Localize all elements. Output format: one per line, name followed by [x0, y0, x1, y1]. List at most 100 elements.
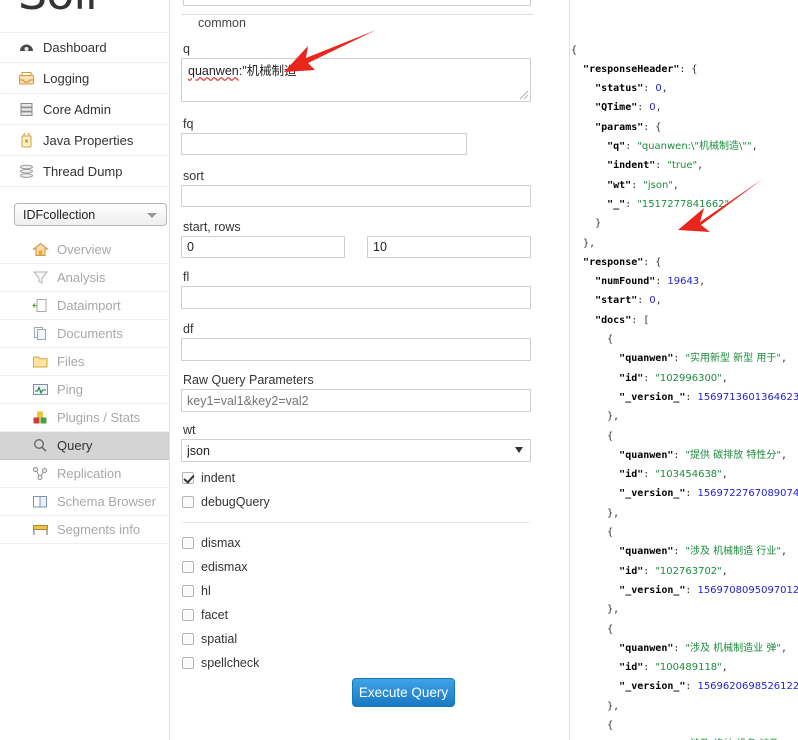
- sidebar-item-query[interactable]: Query: [0, 432, 169, 460]
- checkbox-hl[interactable]: hl: [182, 584, 211, 598]
- logging-icon: [18, 71, 35, 86]
- checkbox-label: indent: [201, 471, 236, 485]
- checkbox-hl-box[interactable]: [182, 585, 194, 597]
- sidebar-item-files[interactable]: Files: [0, 348, 169, 376]
- collection-selector-value: IDFcollection: [23, 207, 96, 222]
- sidebar-item-analysis[interactable]: Analysis: [0, 264, 169, 292]
- sidebar-item-ping[interactable]: Ping: [0, 376, 169, 404]
- sidebar-item-core-admin[interactable]: Core Admin: [0, 94, 169, 125]
- thread-dump-icon: [18, 164, 35, 179]
- sidebar-item-label: Plugins / Stats: [57, 410, 141, 425]
- sidebar-item-label: Dataimport: [57, 298, 121, 313]
- sidebar-item-dataimport[interactable]: Dataimport: [0, 292, 169, 320]
- sidebar-item-segments-info[interactable]: Segments info: [0, 516, 169, 544]
- checkbox-facet-box[interactable]: [182, 609, 194, 621]
- sidebar-core-nav: Overview Analysis Dataimport Documents F…: [0, 236, 169, 544]
- sidebar-item-schema-browser[interactable]: Schema Browser: [0, 488, 169, 516]
- checkbox-facet[interactable]: facet: [182, 608, 228, 622]
- start-rows-label: start, rows: [183, 220, 241, 234]
- ping-icon: [32, 382, 49, 397]
- checkbox-spellcheck[interactable]: spellcheck: [182, 656, 259, 670]
- checkbox-label: edismax: [201, 560, 248, 574]
- checkbox-edismax[interactable]: edismax: [182, 560, 248, 574]
- checkbox-indent[interactable]: indent: [182, 471, 235, 485]
- execute-query-button[interactable]: Execute Query: [352, 678, 455, 707]
- rows-input[interactable]: [367, 236, 531, 258]
- sidebar-item-overview[interactable]: Overview: [0, 236, 169, 264]
- documents-icon: [32, 326, 49, 341]
- sidebar-item-label: Dashboard: [43, 40, 107, 55]
- query-icon: [32, 438, 49, 453]
- sidebar-item-label: Schema Browser: [57, 494, 156, 509]
- query-form: common q quanwen:"机械制造" fq sort start, r…: [170, 0, 570, 740]
- json-response-panel: { "responseHeader": { "status": 0, "QTim…: [571, 0, 798, 740]
- solr-logo-text: Solr: [18, 0, 168, 16]
- sidebar-item-java-properties[interactable]: Java Properties: [0, 125, 169, 156]
- sidebar-item-thread-dump[interactable]: Thread Dump: [0, 156, 169, 187]
- df-label: df: [183, 322, 194, 336]
- checkbox-label: hl: [201, 584, 211, 598]
- files-icon: [32, 354, 49, 369]
- q-field-value: :"机械制造": [238, 64, 302, 78]
- java-properties-icon: [18, 131, 35, 148]
- request-handler-input[interactable]: [183, 0, 531, 6]
- sidebar-item-label: Ping: [57, 382, 84, 397]
- common-legend: common: [192, 16, 252, 30]
- checkbox-debugquery[interactable]: debugQuery: [182, 495, 270, 509]
- schema-browser-icon: [32, 494, 49, 509]
- fl-label: fl: [183, 270, 190, 284]
- segments-info-icon: [32, 522, 49, 537]
- df-input[interactable]: [181, 338, 531, 361]
- replication-icon: [32, 466, 49, 481]
- solr-logo[interactable]: Solr: [18, 0, 168, 16]
- solr-admin-window: Solr Dashboard: [0, 0, 798, 740]
- checkbox-spatial[interactable]: spatial: [182, 632, 237, 646]
- sidebar-item-label: Thread Dump: [43, 163, 123, 179]
- sidebar-item-label: Analysis: [57, 270, 106, 285]
- checkbox-edismax-box[interactable]: [182, 561, 194, 573]
- sidebar-item-label: Core Admin: [43, 101, 111, 117]
- checkbox-indent-box[interactable]: [182, 472, 194, 484]
- sidebar-item-label: Logging: [43, 70, 90, 86]
- sidebar-item-documents[interactable]: Documents: [0, 320, 169, 348]
- sort-input[interactable]: [181, 185, 531, 207]
- sidebar-item-label: Replication: [57, 466, 122, 481]
- checkbox-label: spellcheck: [201, 656, 260, 670]
- sidebar-item-label: Java Properties: [43, 132, 134, 148]
- sidebar-item-label: Documents: [57, 326, 123, 341]
- q-field-name: quanwen: [188, 64, 239, 78]
- wt-label: wt: [183, 423, 196, 437]
- start-input[interactable]: [181, 236, 345, 258]
- raw-query-parameters-label: Raw Query Parameters: [183, 373, 314, 387]
- json-response-text: { "responseHeader": { "status": 0, "QTim…: [571, 44, 798, 740]
- sidebar-item-plugins-stats[interactable]: Plugins / Stats: [0, 404, 169, 432]
- checkbox-spatial-box[interactable]: [182, 633, 194, 645]
- checkbox-label: dismax: [201, 536, 241, 550]
- fl-input[interactable]: [181, 286, 531, 309]
- chevron-down-icon: [147, 213, 157, 218]
- fq-label: fq: [183, 117, 194, 131]
- sidebar-item-replication[interactable]: Replication: [0, 460, 169, 488]
- q-input[interactable]: quanwen:"机械制造": [181, 58, 531, 102]
- sidebar-item-dashboard[interactable]: Dashboard: [0, 32, 169, 63]
- checkbox-label: spatial: [201, 632, 238, 646]
- checkbox-label: debugQuery: [201, 495, 270, 509]
- collection-selector[interactable]: IDFcollection: [14, 203, 167, 226]
- sidebar-item-label: Query: [57, 438, 93, 453]
- raw-query-parameters-input[interactable]: [181, 389, 531, 412]
- sort-label: sort: [183, 169, 204, 183]
- checkbox-dismax[interactable]: dismax: [182, 536, 241, 550]
- fq-input[interactable]: [181, 133, 467, 155]
- wt-select[interactable]: json: [181, 439, 531, 462]
- dataimport-icon: [32, 298, 49, 313]
- q-label: q: [183, 42, 190, 56]
- sidebar-item-logging[interactable]: Logging: [0, 63, 169, 94]
- checkbox-divider: [182, 522, 530, 523]
- checkbox-spellcheck-box[interactable]: [182, 657, 194, 669]
- checkbox-dismax-box[interactable]: [182, 537, 194, 549]
- checkbox-debugquery-box[interactable]: [182, 496, 194, 508]
- resize-handle-icon[interactable]: [518, 89, 529, 100]
- sidebar-item-label: Segments info: [57, 522, 141, 537]
- sidebar-top-nav: Dashboard Logging Core Admin Java Proper…: [0, 32, 169, 187]
- common-fieldset: [181, 14, 533, 15]
